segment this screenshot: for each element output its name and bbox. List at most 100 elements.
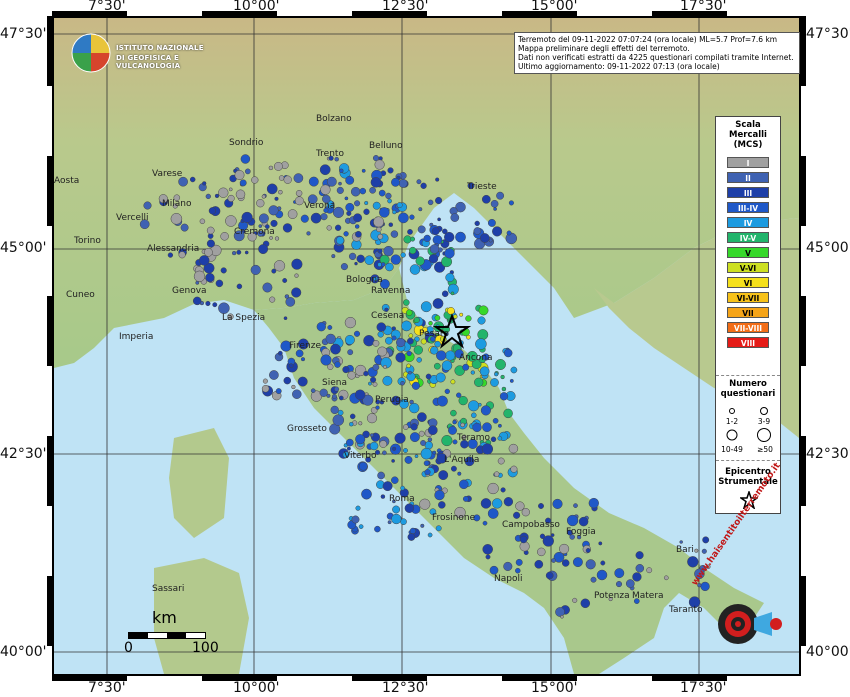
intensity-point <box>407 229 413 235</box>
intensity-point <box>396 202 403 209</box>
intensity-point <box>434 340 441 348</box>
intensity-point <box>170 213 183 225</box>
intensity-point <box>220 232 229 241</box>
intensity-point <box>258 213 269 224</box>
intensity-point <box>519 535 528 544</box>
intensity-point <box>278 189 283 195</box>
intensity-point <box>444 388 450 395</box>
intensity-point <box>635 551 644 560</box>
intensity-point <box>420 182 427 189</box>
intensity-point <box>370 177 382 188</box>
city-label: Roma <box>389 494 415 504</box>
intensity-point <box>278 175 285 181</box>
city-label: La Spezia <box>222 313 265 323</box>
intensity-point <box>366 413 378 424</box>
intensity-point <box>335 236 345 245</box>
intensity-point <box>300 214 309 223</box>
intensity-point <box>403 235 412 244</box>
intensity-point <box>370 376 377 383</box>
intensity-point <box>361 488 372 500</box>
city-label: Ravenna <box>371 286 410 296</box>
city-label: Cuneo <box>66 290 95 300</box>
intensity-point <box>635 564 645 573</box>
intensity-point <box>503 497 514 507</box>
intensity-point <box>400 252 406 258</box>
intensity-point <box>294 196 304 206</box>
intensity-point <box>551 558 556 563</box>
intensity-point <box>416 357 422 363</box>
intensity-point <box>561 559 570 567</box>
intensity-point <box>615 581 623 588</box>
intensity-point <box>361 168 366 173</box>
intensity-point <box>401 320 412 332</box>
intensity-point <box>326 225 332 231</box>
intensity-point <box>418 430 425 437</box>
legend-scale-title-1: Scala <box>735 120 761 130</box>
city-label: Trento <box>315 149 344 159</box>
intensity-point <box>441 360 453 371</box>
intensity-point <box>310 388 316 394</box>
intensity-point <box>465 315 472 322</box>
intensity-point <box>382 481 393 492</box>
intensity-point <box>508 443 519 454</box>
intensity-point <box>392 446 397 451</box>
intensity-point <box>377 471 385 480</box>
intensity-point <box>266 183 278 195</box>
intensity-point <box>202 181 207 186</box>
intensity-point <box>445 350 456 361</box>
frame-tick-top <box>502 11 577 16</box>
city-label: Cremona <box>234 227 275 237</box>
intensity-point <box>646 567 653 574</box>
intensity-point <box>550 533 555 537</box>
intensity-point <box>338 395 344 401</box>
intensity-point <box>542 535 554 547</box>
city-label: Sassari <box>152 584 184 594</box>
intensity-point <box>391 459 395 463</box>
intensity-point <box>377 346 388 357</box>
intensity-point <box>353 213 363 223</box>
intensity-point <box>262 282 273 293</box>
intensity-point <box>326 176 337 187</box>
frame-tick-top <box>202 11 277 16</box>
intensity-point <box>225 215 237 227</box>
intensity-point <box>462 363 470 371</box>
intensity-point <box>215 279 224 288</box>
intensity-point <box>374 159 385 170</box>
city-label: Taranto <box>668 605 703 615</box>
intensity-point <box>359 187 367 195</box>
frame-tick-left <box>47 16 52 86</box>
intensity-point <box>372 201 381 210</box>
intensity-point <box>538 503 544 509</box>
intensity-point <box>363 208 370 215</box>
left-tick-label: 40°00' <box>0 644 47 660</box>
intensity-point <box>391 335 397 341</box>
intensity-point <box>702 536 710 544</box>
intensity-point <box>244 250 249 255</box>
intensity-point <box>410 423 418 431</box>
city-label: Potenza <box>594 591 630 601</box>
intensity-point <box>204 247 213 257</box>
intensity-point <box>387 167 394 174</box>
intensity-point <box>552 498 563 509</box>
city-label: Alessandria <box>147 244 199 254</box>
intensity-point <box>325 333 336 345</box>
intensity-point <box>355 230 362 238</box>
intensity-point <box>508 200 514 206</box>
frame-tick-left <box>47 576 52 646</box>
intensity-point <box>228 187 233 192</box>
intensity-point <box>345 202 355 212</box>
bottom-tick-label: 12°30' <box>382 680 429 696</box>
info-line3: Dati non verificati estratti da 4225 que… <box>518 53 794 62</box>
intensity-point <box>414 454 419 459</box>
intensity-point <box>436 350 447 361</box>
intensity-point <box>487 218 496 227</box>
intensity-point <box>424 469 431 476</box>
intensity-point <box>218 187 229 198</box>
city-label: Imperia <box>119 332 153 342</box>
intensity-point <box>598 541 603 546</box>
intensity-point <box>420 301 432 313</box>
legend-count-title-2: questionari <box>720 389 776 399</box>
frame-tick-right <box>801 436 806 506</box>
intensity-point <box>345 438 354 447</box>
intensity-point <box>387 520 392 525</box>
